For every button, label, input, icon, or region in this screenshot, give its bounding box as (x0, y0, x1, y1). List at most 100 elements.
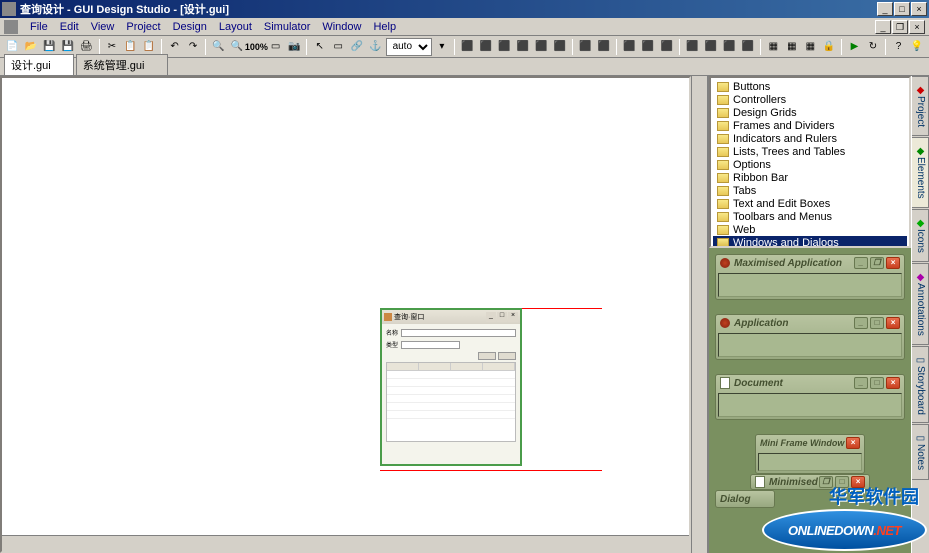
preview-document[interactable]: Document _□× (715, 374, 905, 420)
menu-design[interactable]: Design (167, 21, 213, 33)
prev-close-icon: × (886, 317, 900, 329)
snap-button[interactable]: ▦ (784, 38, 801, 56)
menu-layout[interactable]: Layout (213, 21, 258, 33)
front-button[interactable]: ⬛ (721, 38, 738, 56)
tab-design[interactable]: 设计.gui (4, 54, 74, 75)
prev-restore-icon: ❐ (870, 257, 884, 269)
maximize-button[interactable]: □ (894, 2, 910, 16)
back-button[interactable]: ⬛ (740, 38, 757, 56)
preview-maximised-app[interactable]: Maximised Application _❐× (715, 254, 905, 300)
size-both-button[interactable]: ⬛ (658, 38, 675, 56)
about-button[interactable]: 💡 (909, 38, 926, 56)
dist-h-button[interactable]: ⬛ (577, 38, 594, 56)
tree-windows[interactable]: Windows and Dialogs (713, 236, 907, 248)
guides-button[interactable]: ▦ (802, 38, 819, 56)
tree-tabs[interactable]: Tabs (713, 184, 907, 197)
tree-frames[interactable]: Frames and Dividers (713, 119, 907, 132)
mode-combo[interactable]: auto (386, 38, 432, 56)
design-window[interactable]: 查询·窗口 _ □ × 名称 类型 (380, 308, 522, 466)
new-button[interactable]: 📄 (4, 38, 21, 56)
preview-mini-frame[interactable]: Mini Frame Window × (755, 434, 865, 474)
window-title: 查询设计 - GUI Design Studio - [设计.gui] (20, 1, 877, 17)
cut-button[interactable]: ✂ (104, 38, 121, 56)
open-button[interactable]: 📂 (23, 38, 40, 56)
zoom-out-button[interactable]: 🔍 (229, 38, 246, 56)
ungroup-button[interactable]: ⬛ (702, 38, 719, 56)
lock-button[interactable]: 🔒 (821, 38, 838, 56)
menu-edit[interactable]: Edit (54, 21, 85, 33)
side-tab-elements[interactable]: ◆Elements (912, 137, 929, 208)
group-button[interactable]: ⬛ (684, 38, 701, 56)
zoom-fit-button[interactable]: ▭ (267, 38, 284, 56)
align-right-button[interactable]: ⬛ (496, 38, 513, 56)
link-button[interactable]: 🔗 (349, 38, 366, 56)
mdi-restore-button[interactable]: ❐ (892, 20, 908, 34)
mdi-minimize-button[interactable]: _ (875, 20, 891, 34)
help-button[interactable]: ? (890, 38, 907, 56)
dropdown-button[interactable]: ▾ (434, 38, 451, 56)
tree-controllers[interactable]: Controllers (713, 93, 907, 106)
close-button[interactable]: × (911, 2, 927, 16)
refresh-button[interactable]: ↻ (865, 38, 882, 56)
tree-buttons[interactable]: Buttons (713, 80, 907, 93)
tree-ribbon[interactable]: Ribbon Bar (713, 171, 907, 184)
h-scrollbar[interactable] (2, 535, 689, 551)
side-tab-notes[interactable]: ▭Notes (912, 424, 929, 479)
zoom-100-button[interactable]: 100% (247, 38, 265, 56)
save-button[interactable]: 💾 (41, 38, 58, 56)
prev-close-icon: × (846, 437, 860, 449)
side-tab-project[interactable]: ◆Project (912, 76, 929, 136)
tree-options[interactable]: Options (713, 158, 907, 171)
menu-file[interactable]: File (24, 21, 54, 33)
side-tab-icons[interactable]: ◆Icons (912, 209, 929, 262)
target-icon (720, 258, 730, 268)
redo-button[interactable]: ↷ (185, 38, 202, 56)
preview-application[interactable]: Application _□× (715, 314, 905, 360)
menu-window[interactable]: Window (316, 21, 367, 33)
copy-button[interactable]: 📋 (122, 38, 139, 56)
snapshot-button[interactable]: 📷 (286, 38, 303, 56)
menu-view[interactable]: View (85, 21, 121, 33)
align-bottom-button[interactable]: ⬛ (552, 38, 569, 56)
menu-help[interactable]: Help (367, 21, 402, 33)
tree-toolbars[interactable]: Toolbars and Menus (713, 210, 907, 223)
design-canvas[interactable]: 查询·窗口 _ □ × 名称 类型 (0, 76, 691, 553)
select-button[interactable]: ▭ (330, 38, 347, 56)
run-button[interactable]: ▶ (846, 38, 863, 56)
tree-text[interactable]: Text and Edit Boxes (713, 197, 907, 210)
grid-button[interactable]: ▦ (765, 38, 782, 56)
design-close-button[interactable]: × (508, 312, 518, 322)
design-min-button[interactable]: _ (486, 312, 496, 322)
align-center-button[interactable]: ⬛ (478, 38, 495, 56)
tab-sysmgmt[interactable]: 系统管理.gui (76, 54, 168, 75)
target-icon (720, 318, 730, 328)
align-top-button[interactable]: ⬛ (515, 38, 532, 56)
menu-project[interactable]: Project (120, 21, 166, 33)
menu-simulator[interactable]: Simulator (258, 21, 316, 33)
minimize-button[interactable]: _ (877, 2, 893, 16)
align-middle-button[interactable]: ⬛ (533, 38, 550, 56)
mdi-close-button[interactable]: × (909, 20, 925, 34)
v-scrollbar[interactable] (691, 76, 707, 553)
anchor-button[interactable]: ⚓ (367, 38, 384, 56)
design-window-titlebar: 查询·窗口 _ □ × (382, 310, 520, 324)
save-all-button[interactable]: 💾 (60, 38, 77, 56)
tree-web[interactable]: Web (713, 223, 907, 236)
undo-button[interactable]: ↶ (166, 38, 183, 56)
side-tab-annotations[interactable]: ◆Annotations (912, 263, 929, 345)
tree-indicators[interactable]: Indicators and Rulers (713, 132, 907, 145)
align-left-button[interactable]: ⬛ (459, 38, 476, 56)
watermark: 华军软件园 ONLINEDOWN.NET (759, 481, 927, 551)
size-w-button[interactable]: ⬛ (621, 38, 638, 56)
dist-v-button[interactable]: ⬛ (596, 38, 613, 56)
pointer-button[interactable]: ↖ (311, 38, 328, 56)
design-max-button[interactable]: □ (497, 312, 507, 322)
print-button[interactable]: 🖨 (78, 38, 95, 56)
size-h-button[interactable]: ⬛ (640, 38, 657, 56)
app-icon (2, 2, 16, 16)
tree-lists[interactable]: Lists, Trees and Tables (713, 145, 907, 158)
paste-button[interactable]: 📋 (141, 38, 158, 56)
tree-design-grids[interactable]: Design Grids (713, 106, 907, 119)
side-tab-storyboard[interactable]: ▭Storyboard (912, 346, 929, 424)
zoom-in-button[interactable]: 🔍 (210, 38, 227, 56)
